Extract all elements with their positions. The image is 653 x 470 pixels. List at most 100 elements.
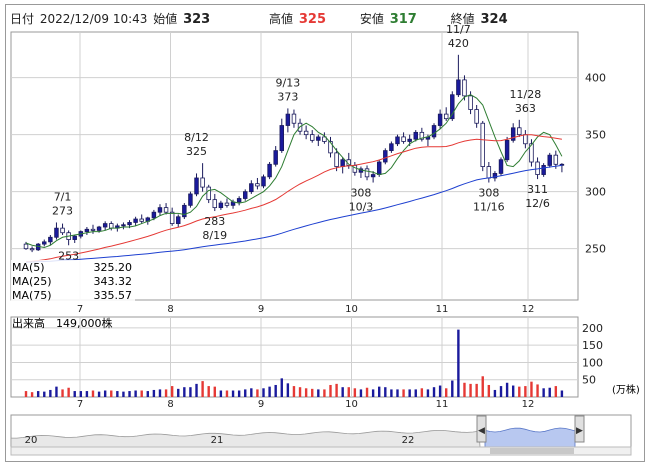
- volume-bar: [268, 386, 271, 397]
- candle-body: [450, 94, 455, 120]
- candle-body: [243, 191, 248, 199]
- price-tick-label: 350: [585, 129, 606, 142]
- volume-bar: [231, 390, 235, 397]
- volume-bar: [207, 386, 210, 397]
- candle-body: [206, 186, 211, 201]
- volume-bar: [408, 389, 411, 397]
- candle-body: [456, 79, 461, 96]
- volume-bar: [134, 390, 137, 397]
- candle-body: [273, 150, 278, 165]
- candle-body: [486, 166, 492, 179]
- navigator-left-arrow-icon: ◀: [478, 426, 485, 436]
- volume-bar: [304, 388, 308, 397]
- volume-bar: [183, 387, 186, 397]
- volume-bar: [457, 329, 460, 397]
- candle-body: [383, 150, 388, 163]
- volume-bar: [359, 389, 363, 397]
- volume-bar: [79, 391, 83, 397]
- price-annotation: 9/13: [276, 76, 301, 89]
- ma-legend: MA(5) 325.20 MA(25) 343.32 MA(75) 335.57: [11, 260, 135, 302]
- price-annotation: 325: [186, 145, 207, 158]
- volume-month-label: 12: [522, 399, 535, 410]
- volume-bar: [256, 389, 259, 397]
- candle-body: [90, 228, 96, 231]
- month-tick-label: 11: [436, 304, 449, 315]
- volume-bar: [49, 389, 52, 397]
- candle-body: [376, 161, 382, 175]
- price-annotation: 10/3: [349, 201, 374, 214]
- candle-body: [547, 154, 552, 166]
- volume-bar: [548, 387, 551, 397]
- candle-body: [389, 143, 394, 152]
- volume-bar: [146, 391, 149, 397]
- volume-bar: [116, 391, 119, 397]
- navigator-year-label: 22: [402, 435, 415, 446]
- month-axis: 7 8 9 10 11 12: [77, 304, 535, 315]
- candle-body: [182, 204, 187, 218]
- month-tick-label: 8: [167, 304, 173, 315]
- price-annotation: 8/12: [184, 131, 209, 144]
- candle-body: [401, 136, 406, 142]
- price-tick-label: 250: [585, 243, 606, 256]
- candle-body: [54, 227, 59, 238]
- volume-bar: [73, 391, 76, 397]
- range-navigator[interactable]: ◀ ▶ 20 21 22: [10, 414, 632, 456]
- volume-bar: [396, 389, 399, 397]
- volume-bar: [323, 389, 326, 397]
- ma5-label: MA(5): [12, 261, 45, 274]
- volume-month-axis: 7 8 9 10 11 12: [77, 399, 535, 410]
- volume-bar: [67, 387, 70, 397]
- volume-bar: [177, 388, 180, 397]
- volume-value: 149,000株: [56, 316, 113, 330]
- candle-body: [224, 202, 230, 206]
- navigator-right-arrow-icon: ▶: [576, 426, 583, 436]
- volume-bar: [390, 389, 393, 397]
- candle-body: [370, 174, 376, 178]
- volume-bar: [420, 388, 424, 397]
- volume-bar: [511, 385, 515, 397]
- candle-body: [23, 243, 29, 250]
- volume-bar: [201, 381, 204, 397]
- volume-bar: [298, 387, 302, 397]
- navigator-year-label: 21: [211, 435, 224, 446]
- price-annotation: 11/7: [446, 23, 471, 36]
- price-panel-border: [10, 31, 579, 301]
- volume-bar: [140, 390, 143, 397]
- volume-bar: [469, 383, 472, 397]
- candle-body: [176, 216, 181, 224]
- volume-tick-label: 150: [582, 339, 603, 352]
- volume-tick-label: 50: [582, 374, 596, 387]
- candle-body: [474, 109, 479, 124]
- volume-bar: [481, 376, 484, 397]
- volume-bar: [347, 387, 350, 397]
- volume-bar: [445, 388, 448, 397]
- candle-body: [218, 202, 224, 209]
- volume-bar: [530, 381, 533, 397]
- price-annotation: 12/6: [525, 197, 550, 210]
- candle-body: [523, 134, 528, 145]
- volume-bar: [219, 390, 223, 397]
- volume-bar: [505, 382, 509, 397]
- candle-body: [29, 248, 35, 251]
- candle-body: [468, 95, 473, 110]
- month-tick-label: 9: [258, 304, 264, 315]
- month-tick-label: 7: [77, 304, 83, 315]
- volume-month-label: 11: [436, 399, 449, 410]
- candle-body: [157, 207, 163, 213]
- volume-bar: [164, 389, 168, 397]
- candle-body: [42, 241, 47, 245]
- volume-bar: [524, 386, 527, 397]
- volume-bar: [286, 383, 290, 397]
- volume-bars: [24, 329, 564, 397]
- candle-body: [194, 177, 199, 195]
- candle-body: [139, 218, 144, 222]
- volume-bar: [554, 386, 558, 397]
- volume-bar: [402, 389, 405, 397]
- candle-body: [462, 79, 467, 97]
- candle-body: [364, 168, 370, 178]
- ma25-value: 343.32: [94, 275, 133, 288]
- candle-body: [127, 222, 132, 226]
- price-annotation: 373: [277, 90, 298, 103]
- volume-bar: [353, 388, 357, 397]
- price-annotation: 7/1: [54, 190, 72, 203]
